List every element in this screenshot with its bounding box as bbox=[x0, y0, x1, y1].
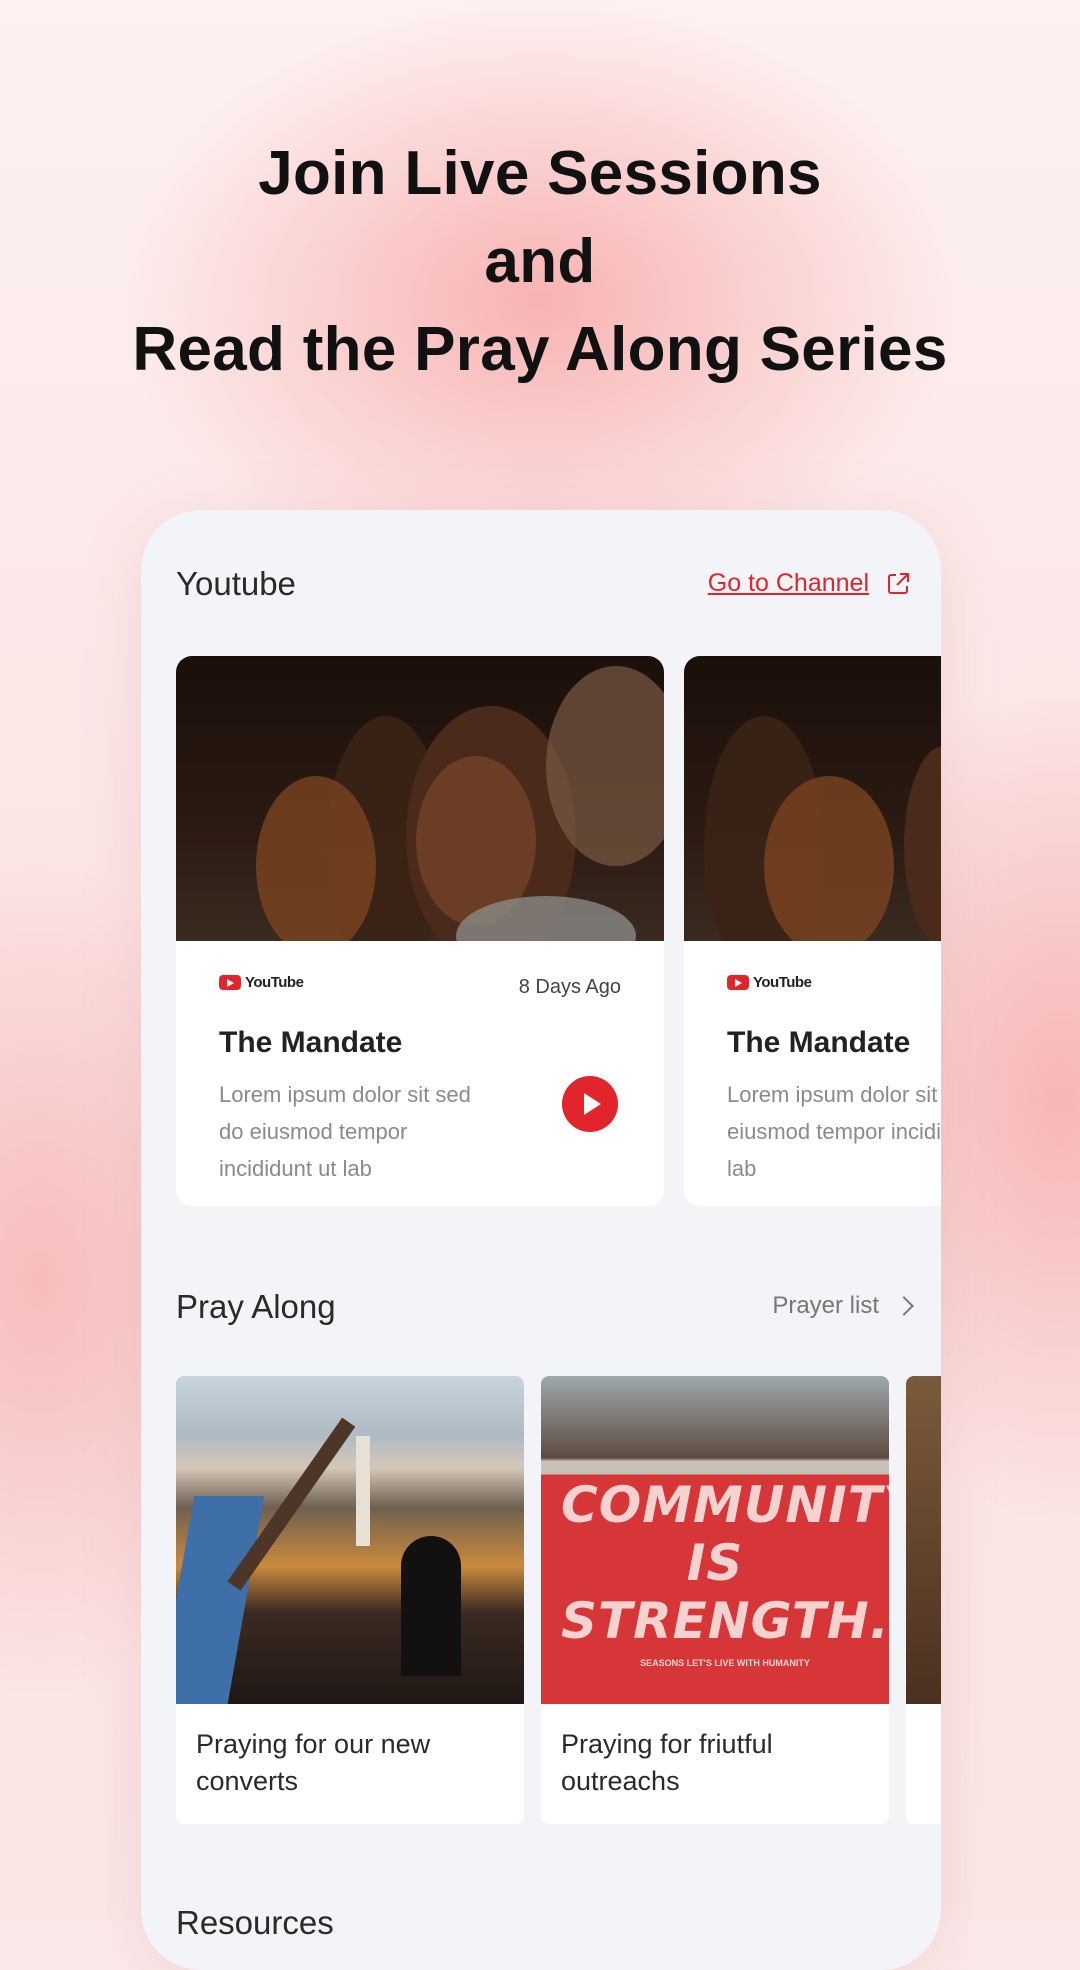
pray-along-caption: Praying for friutful outreachs bbox=[561, 1729, 773, 1796]
phone-screen: Youtube Go to Channel YouTube 8 Days Ago bbox=[141, 510, 941, 1970]
play-button[interactable] bbox=[562, 1076, 618, 1132]
pray-along-caption: Praying for our new converts bbox=[196, 1729, 431, 1796]
crowd-worship-image bbox=[176, 1376, 524, 1704]
pray-along-card[interactable] bbox=[906, 1376, 941, 1824]
go-to-channel-label: Go to Channel bbox=[707, 569, 869, 597]
pray-along-card[interactable]: Praying for our new converts bbox=[176, 1376, 524, 1824]
headline-line-2: and bbox=[484, 227, 596, 296]
pray-along-section-header: Pray Along Prayer list bbox=[176, 1288, 914, 1338]
community-sign-image: COMMUNITY IS STRENGTH. SEASONS LET'S LIV… bbox=[541, 1376, 889, 1704]
go-to-channel-link[interactable]: Go to Channel bbox=[708, 569, 911, 598]
video-meta: YouTube bbox=[727, 974, 941, 1004]
pray-along-section-title: Pray Along bbox=[176, 1288, 336, 1325]
video-thumbnail bbox=[684, 656, 941, 941]
youtube-section-header: Youtube Go to Channel bbox=[176, 565, 911, 615]
youtube-logo: YouTube bbox=[727, 974, 941, 991]
video-source: YouTube bbox=[753, 974, 812, 991]
headline-line-3: Read the Pray Along Series bbox=[132, 315, 948, 384]
video-thumbnail bbox=[176, 656, 664, 941]
video-title: The Mandate bbox=[727, 1026, 911, 1059]
video-description: Lorem ipsum dolor sit sed do eiusmod tem… bbox=[727, 1082, 941, 1181]
video-meta: YouTube 8 Days Ago bbox=[219, 974, 621, 1004]
next-section-title: Resources bbox=[176, 1904, 334, 1941]
pray-along-card[interactable]: COMMUNITY IS STRENGTH. SEASONS LET'S LIV… bbox=[541, 1376, 889, 1824]
pray-along-image bbox=[906, 1376, 941, 1704]
community-sign-subtext: SEASONS LET'S LIVE WITH HUMANITY bbox=[640, 1658, 810, 1668]
video-card[interactable]: YouTube 8 Days Ago The Mandate Lorem ips… bbox=[176, 656, 664, 1206]
video-card[interactable]: YouTube The Mandate Lorem ipsum dolor si… bbox=[684, 656, 941, 1206]
youtube-play-icon bbox=[219, 975, 241, 990]
headline: Join Live Sessions and Read the Pray Alo… bbox=[0, 130, 1080, 394]
video-description: Lorem ipsum dolor sit sed do eiusmod tem… bbox=[219, 1082, 471, 1181]
youtube-section-title: Youtube bbox=[176, 565, 296, 602]
external-link-icon bbox=[888, 572, 909, 594]
video-source: YouTube bbox=[245, 974, 304, 991]
youtube-play-icon bbox=[727, 975, 749, 990]
headline-line-1: Join Live Sessions bbox=[258, 139, 822, 208]
community-sign-text: COMMUNITY IS STRENGTH. bbox=[561, 1476, 889, 1650]
chevron-right-icon bbox=[894, 1296, 914, 1316]
video-age: 8 Days Ago bbox=[518, 976, 621, 998]
prayer-list-link[interactable]: Prayer list bbox=[772, 1292, 914, 1320]
prayer-list-label: Prayer list bbox=[772, 1292, 879, 1319]
video-title: The Mandate bbox=[219, 1026, 403, 1059]
